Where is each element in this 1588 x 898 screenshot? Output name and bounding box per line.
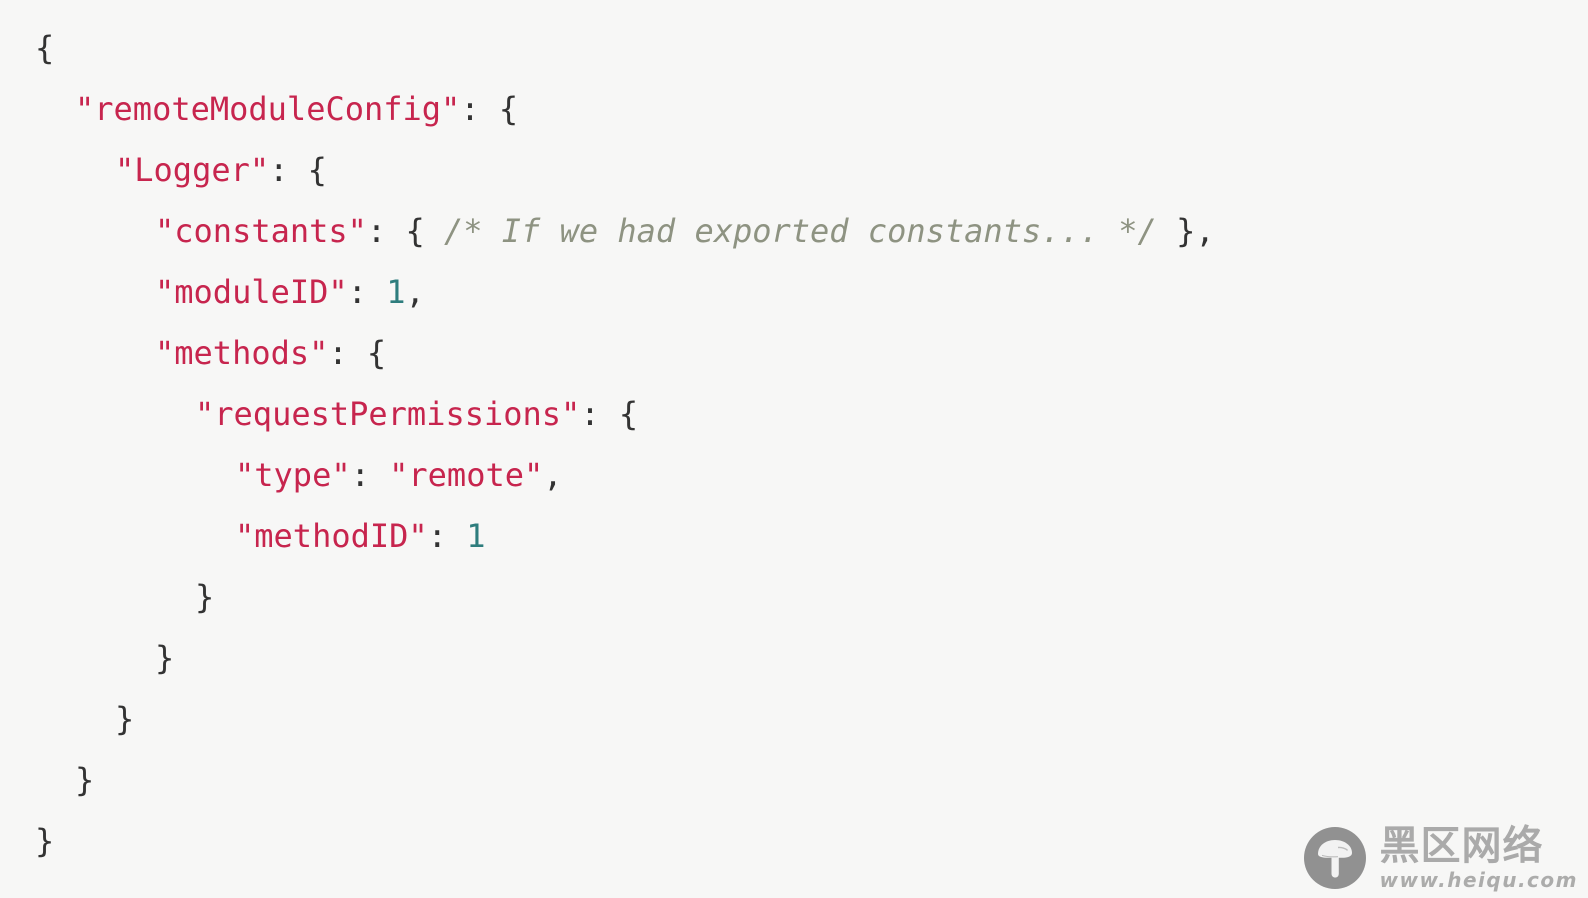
code-line: "remoteModuleConfig": { [75,79,518,140]
code-token-punct: : { [366,212,444,250]
code-token-punct: } [195,578,215,616]
code-token-number: 1 [386,273,406,311]
code-line: "moduleID": 1, [155,262,425,323]
code-token-punct: : { [580,395,639,433]
code-token-key: "moduleID" [155,273,348,311]
code-line: } [35,811,54,872]
code-token-key: "methodID" [235,517,428,555]
code-token-key: "requestPermissions" [195,395,581,433]
code-token-key: "Logger" [115,151,270,189]
code-line: "methods": { [155,323,386,384]
code-token-punct: { [35,29,55,67]
code-token-punct: } [75,761,95,799]
code-line: "type": "remote", [235,445,563,506]
code-token-key: "constants" [155,212,367,250]
code-line: } [75,750,94,811]
code-token-punct: : { [328,334,387,372]
code-line: "methodID": 1 [235,506,485,567]
code-line: { [35,18,54,79]
code-token-key: "remoteModuleConfig" [75,90,461,128]
code-line: "requestPermissions": { [195,384,638,445]
code-token-punct: } [155,639,175,677]
code-token-number: 1 [466,517,486,555]
code-token-punct: , [405,273,425,311]
code-token-punct: : { [460,90,519,128]
code-token-punct: : { [269,151,327,189]
code-token-key: "type" [235,456,351,494]
code-token-punct: : [350,456,390,494]
code-token-punct: } [115,700,135,738]
code-token-punct: } [35,822,55,860]
code-token-string: "remote" [389,456,544,494]
code-line: } [155,628,174,689]
code-token-punct: : [427,517,467,555]
code-line: "constants": { /* If we had exported con… [155,201,1215,262]
code-line: "Logger": { [115,140,327,201]
code-token-comment: /* If we had exported constants... */ [443,212,1157,250]
json-code-block: {"remoteModuleConfig": {"Logger": {"cons… [0,0,1588,898]
code-token-punct: : [347,273,387,311]
code-line: } [195,567,214,628]
code-token-punct: }, [1156,212,1215,250]
code-line: } [115,689,134,750]
code-token-key: "methods" [155,334,329,372]
code-token-punct: , [543,456,563,494]
